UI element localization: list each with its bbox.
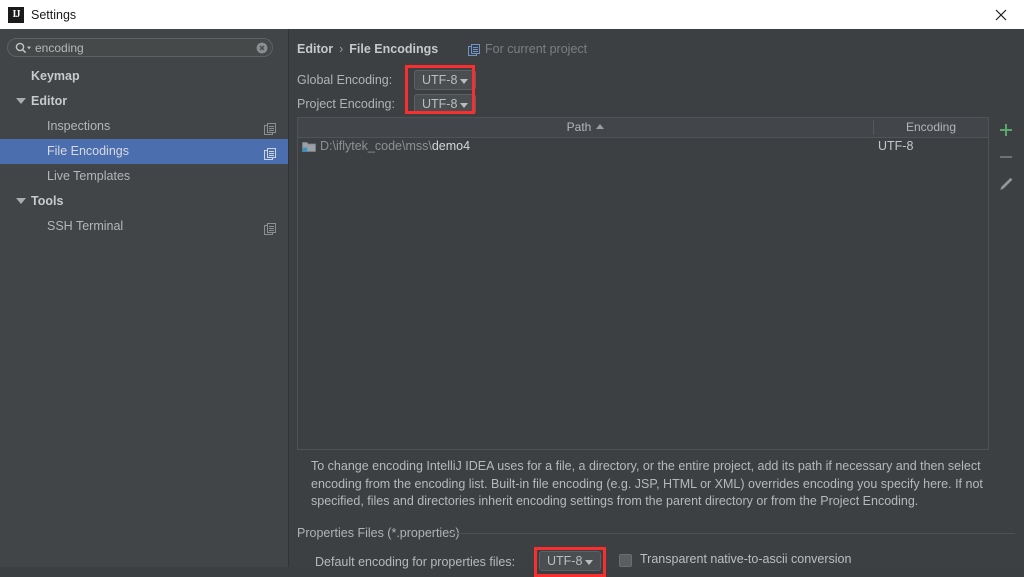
copy-glyph [264, 123, 276, 135]
project-encoding-label: Project Encoding: [297, 97, 395, 111]
clear-circle-icon[interactable] [256, 42, 268, 54]
intellij-idea-icon: IJ [8, 7, 24, 23]
sidebar-item-label: SSH Terminal [47, 219, 124, 233]
window-title: Settings [31, 8, 77, 22]
checkbox-label: Transparent native-to-ascii conversion [640, 552, 852, 566]
remove-button [992, 144, 1020, 170]
chevron-down-icon[interactable] [16, 98, 26, 104]
window-titlebar: IJ Settings [0, 0, 1024, 30]
close-button[interactable] [978, 0, 1024, 29]
project-scope-icon [264, 120, 277, 135]
scope-note-label: For current project [485, 42, 588, 56]
close-icon [995, 9, 1007, 21]
path-prefix: D:\iflytek_code\mss\ [320, 139, 432, 153]
global-encoding-value: UTF-8 [422, 73, 458, 87]
project-scope-icon [264, 220, 277, 235]
project-encoding-combobox[interactable]: UTF-8 [414, 94, 476, 114]
table-cell-path: D:\iflytek_code\mss\demo4 [320, 138, 470, 154]
project-scope-icon [264, 145, 277, 160]
sort-ascending-icon [596, 124, 605, 129]
path-name: demo4 [431, 139, 471, 153]
breadcrumb-separator: › [339, 42, 344, 56]
global-encoding-label: Global Encoding: [297, 73, 393, 87]
plus-icon [1000, 124, 1012, 136]
checkbox-box[interactable] [619, 554, 632, 567]
search-input-value[interactable]: encoding [35, 41, 84, 55]
settings-tree: Keymap Editor Inspections File Encodings [0, 64, 288, 239]
table-cell-encoding[interactable]: UTF-8 [878, 138, 913, 154]
sidebar-item-editor[interactable]: Editor [0, 89, 288, 114]
sidebar-item-label: Inspections [47, 119, 111, 133]
project-encoding-value: UTF-8 [422, 97, 458, 111]
settings-sidebar: encoding Keymap Editor Inspections File … [0, 29, 288, 567]
copy-glyph [264, 223, 276, 235]
clear-glyph [256, 42, 268, 54]
column-header-encoding-label: Encoding [905, 120, 957, 134]
sidebar-item-label: Editor [31, 94, 68, 108]
chevron-down-icon [585, 560, 593, 565]
column-header-encoding[interactable]: Encoding [874, 118, 988, 137]
sidebar-item-keymap[interactable]: Keymap [0, 64, 288, 89]
folder-glyph [302, 142, 316, 152]
magnifier-glyph [15, 42, 31, 54]
module-folder-icon [302, 140, 316, 153]
sidebar-item-tools[interactable]: Tools [0, 189, 288, 214]
search-icon[interactable] [15, 42, 32, 54]
table-header: Path Encoding [298, 118, 988, 138]
minus-icon [1000, 156, 1012, 158]
group-separator [449, 533, 1015, 534]
chevron-down-icon [460, 79, 468, 84]
description-text: To change encoding IntelliJ IDEA uses fo… [311, 459, 983, 508]
page-title: File Encodings [349, 42, 439, 56]
sidebar-item-inspections[interactable]: Inspections [0, 114, 288, 139]
add-button[interactable] [992, 117, 1020, 143]
table-toolbar [992, 117, 1020, 450]
chevron-down-icon[interactable] [16, 198, 26, 204]
project-scope-icon [468, 44, 481, 57]
table-row[interactable]: D:\iflytek_code\mss\demo4 UTF-8 [298, 137, 988, 156]
search-field[interactable]: encoding [7, 38, 275, 59]
copy-glyph [468, 44, 480, 56]
pencil-icon [1000, 177, 1013, 191]
copy-glyph [264, 148, 276, 160]
column-header-path-label: Path [566, 120, 592, 134]
sidebar-item-ssh-terminal[interactable]: SSH Terminal [0, 214, 288, 239]
breadcrumb-parent[interactable]: Editor [297, 42, 333, 56]
sidebar-item-label: File Encodings [47, 144, 129, 158]
sidebar-item-label: Keymap [31, 69, 80, 83]
encodings-table: Path Encoding D:\iflytek_code\mss\demo4 … [297, 117, 989, 450]
properties-group-title: Properties Files (*.properties) [297, 526, 460, 540]
breadcrumb: Editor › File Encodings [297, 42, 438, 56]
sidebar-item-live-templates[interactable]: Live Templates [0, 164, 288, 189]
chevron-down-icon [460, 103, 468, 108]
file-encodings-panel: Editor › File Encodings For current projec… [289, 29, 1024, 577]
sidebar-item-file-encodings[interactable]: File Encodings [0, 139, 288, 164]
sidebar-item-label: Tools [31, 194, 64, 208]
column-header-path[interactable]: Path [298, 118, 873, 137]
properties-encoding-combobox[interactable]: UTF-8 [539, 551, 601, 571]
global-encoding-combobox[interactable]: UTF-8 [414, 70, 476, 90]
sidebar-item-label: Live Templates [47, 169, 131, 183]
edit-button[interactable] [992, 171, 1020, 197]
